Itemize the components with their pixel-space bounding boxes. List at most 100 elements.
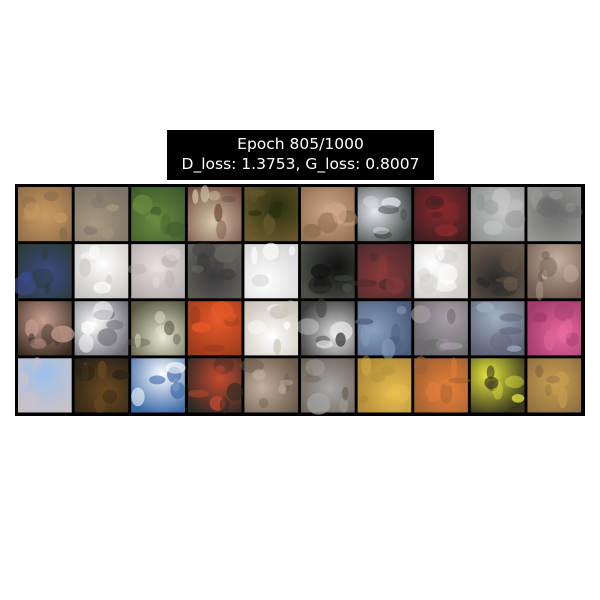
sample-texture-blotch bbox=[434, 224, 458, 237]
sample-texture-blotch bbox=[106, 204, 120, 212]
sample-texture-blotch bbox=[96, 190, 103, 204]
sample-texture-blotch bbox=[446, 308, 456, 325]
sample-texture-blotch bbox=[431, 211, 443, 218]
sample-texture-blotch bbox=[413, 356, 428, 375]
sample-texture-blotch bbox=[384, 389, 399, 400]
sample-texture-blotch bbox=[191, 265, 205, 273]
sample-texture-blotch bbox=[259, 397, 269, 409]
sample-texture-blotch bbox=[262, 242, 280, 260]
sample-texture-blotch bbox=[503, 276, 518, 292]
sample-texture-blotch bbox=[339, 397, 349, 413]
sample-texture-blotch bbox=[354, 318, 374, 325]
sample-texture-blotch bbox=[551, 382, 560, 395]
sample-texture-blotch bbox=[482, 199, 499, 215]
sample-grid-svg bbox=[15, 185, 583, 415]
sample-texture-blotch bbox=[34, 365, 57, 381]
sample-texture-blotch bbox=[531, 312, 548, 323]
sample-texture-blotch bbox=[316, 340, 334, 349]
sample-texture-blotch bbox=[538, 195, 554, 211]
sample-texture-blotch bbox=[216, 220, 227, 240]
sample-texture-blotch bbox=[79, 258, 91, 277]
sample-texture-blotch bbox=[546, 375, 560, 384]
sample-texture-blotch bbox=[23, 202, 40, 220]
sample-texture-blotch bbox=[93, 301, 113, 322]
sample-texture-blotch bbox=[380, 255, 388, 273]
sample-texture-blotch bbox=[372, 227, 390, 235]
sample-texture-blotch bbox=[192, 189, 199, 204]
sample-texture-blotch bbox=[283, 321, 291, 330]
sample-texture-blotch bbox=[483, 220, 503, 236]
sample-texture-blotch bbox=[59, 227, 68, 241]
sample-texture-blotch bbox=[506, 345, 522, 352]
sample-texture-blotch bbox=[30, 338, 47, 349]
sample-texture-blotch bbox=[334, 275, 354, 282]
sample-texture-blotch bbox=[539, 257, 558, 278]
sample-texture-blotch bbox=[93, 281, 112, 294]
sample-texture-blotch bbox=[214, 203, 223, 223]
sample-texture-blotch bbox=[436, 244, 445, 261]
sample-texture-blotch bbox=[160, 213, 172, 235]
sample-texture-blotch bbox=[563, 318, 573, 339]
sample-texture-blotch bbox=[535, 281, 544, 301]
sample-texture-blotch bbox=[476, 302, 495, 313]
sample-texture-blotch bbox=[553, 302, 574, 321]
sample-texture-blotch bbox=[44, 283, 51, 295]
sample-texture-blotch bbox=[273, 338, 282, 355]
epoch-label: Epoch 805/1000 bbox=[237, 135, 364, 153]
sample-texture-blotch bbox=[425, 382, 441, 402]
sample-texture-blotch bbox=[251, 246, 258, 265]
sample-texture-blotch bbox=[543, 330, 555, 351]
sample-texture-blotch bbox=[132, 202, 145, 212]
sample-texture-blotch bbox=[378, 205, 400, 215]
sample-texture-blotch bbox=[308, 276, 332, 295]
sample-texture-blotch bbox=[97, 360, 107, 380]
sample-texture-blotch bbox=[150, 265, 166, 272]
sample-texture-blotch bbox=[191, 322, 211, 333]
sample-texture-blotch bbox=[192, 242, 216, 259]
sample-texture-blotch bbox=[247, 320, 266, 335]
sample-texture-blotch bbox=[152, 275, 160, 289]
sample-texture-blotch bbox=[102, 389, 118, 404]
sample-texture-blotch bbox=[505, 210, 526, 228]
sample-texture-blotch bbox=[172, 333, 181, 345]
sample-texture-blotch bbox=[535, 364, 544, 378]
sample-texture-blotch bbox=[249, 190, 259, 202]
sample-texture-blotch bbox=[200, 185, 210, 203]
sample-texture-blotch bbox=[112, 370, 130, 380]
sample-texture-blotch bbox=[252, 369, 266, 381]
sample-texture-blotch bbox=[215, 365, 226, 374]
sample-texture-blotch bbox=[97, 328, 118, 346]
sample-texture-blotch bbox=[418, 273, 438, 294]
sample-texture-blotch bbox=[88, 220, 107, 230]
sample-texture-blotch bbox=[75, 364, 95, 382]
sample-texture-blotch bbox=[248, 210, 262, 217]
figure-title: Epoch 805/1000 D_loss: 1.3753, G_loss: 0… bbox=[167, 130, 434, 180]
sample-texture-blotch bbox=[188, 389, 209, 398]
sample-texture-blotch bbox=[396, 306, 407, 315]
sample-texture-blotch bbox=[447, 377, 471, 384]
sample-texture-blotch bbox=[22, 390, 40, 408]
sample-texture-blotch bbox=[370, 371, 386, 383]
sample-texture-blotch bbox=[53, 212, 68, 224]
sample-texture-blotch bbox=[165, 248, 181, 261]
sample-texture-blotch bbox=[226, 382, 244, 401]
sample-texture-blotch bbox=[353, 279, 378, 288]
sample-texture-blotch bbox=[484, 376, 499, 389]
sample-image-grid bbox=[15, 184, 585, 416]
sample-texture-blotch bbox=[165, 362, 186, 374]
sample-texture-blotch bbox=[134, 333, 141, 348]
sample-texture-blotch bbox=[510, 199, 524, 211]
sample-texture-blotch bbox=[411, 305, 431, 324]
sample-texture-blotch bbox=[224, 312, 237, 322]
sample-texture-blotch bbox=[41, 247, 48, 261]
loss-label: D_loss: 1.3753, G_loss: 0.8007 bbox=[181, 155, 420, 173]
sample-texture-blotch bbox=[208, 190, 221, 201]
sample-texture-blotch bbox=[342, 386, 349, 401]
sample-texture-blotch bbox=[443, 202, 460, 223]
sample-texture-blotch bbox=[145, 214, 160, 222]
sample-texture-blotch bbox=[316, 298, 327, 318]
sample-texture-blotch bbox=[565, 202, 576, 213]
sample-texture-blotch bbox=[51, 325, 75, 343]
sample-texture-blotch bbox=[251, 274, 270, 287]
sample-texture-blotch bbox=[385, 276, 405, 294]
